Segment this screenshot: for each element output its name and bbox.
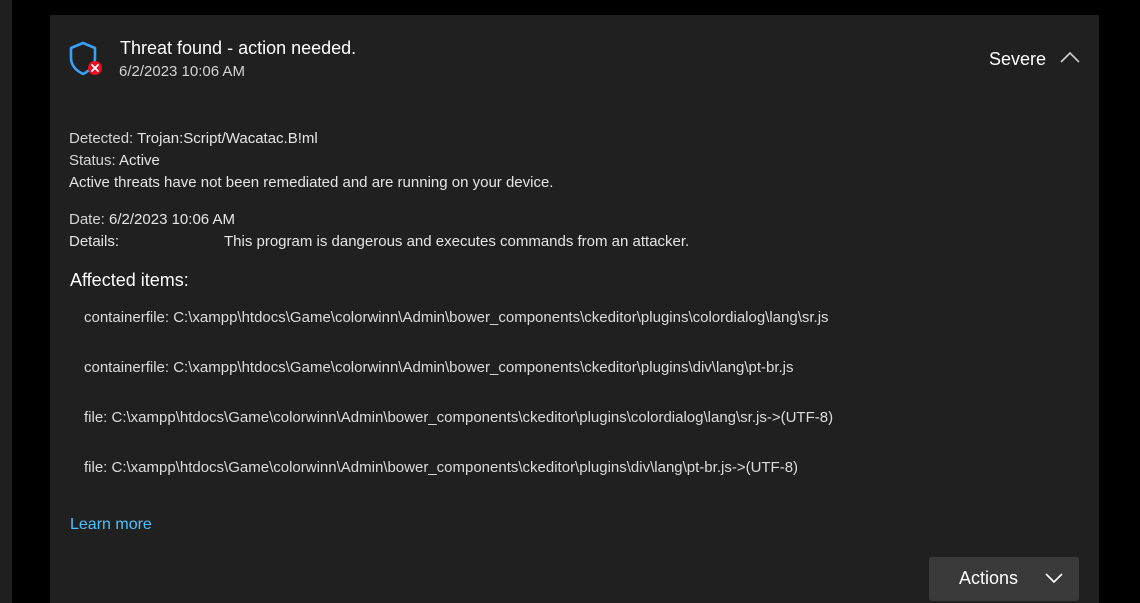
left-panel-edge: [0, 0, 12, 603]
affected-item: file: C:\xampp\htdocs\Game\colorwinn\Adm…: [84, 409, 834, 426]
actions-label: Actions: [959, 568, 1019, 588]
date-value: 6/2/2023 10:06 AM: [109, 211, 235, 228]
threat-timestamp: 6/2/2023 10:06 AM: [119, 63, 245, 80]
actions-button[interactable]: Actions: [929, 557, 1079, 601]
affected-item: file: C:\xampp\htdocs\Game\colorwinn\Adm…: [84, 459, 799, 476]
detected-value: Trojan:Script/Wacatac.B!ml: [137, 130, 318, 147]
detected-label: Detected:: [69, 130, 134, 147]
affected-item: containerfile: C:\xampp\htdocs\Game\colo…: [84, 309, 829, 326]
severity-label: Severe: [989, 49, 1047, 69]
details-value: This program is dangerous and executes c…: [224, 233, 690, 250]
threat-title: Threat found - action needed.: [120, 38, 357, 58]
status-row: Status: Active: [69, 152, 160, 169]
chevron-up-icon[interactable]: [1059, 50, 1081, 64]
learn-more-link[interactable]: Learn more: [70, 516, 152, 534]
details-label: Details:: [69, 233, 120, 250]
date-row: Date: 6/2/2023 10:06 AM: [69, 211, 235, 228]
threat-card: Threat found - action needed. 6/2/2023 1…: [50, 15, 1099, 603]
date-label: Date:: [69, 211, 105, 228]
status-label: Status:: [69, 152, 116, 169]
affected-item: containerfile: C:\xampp\htdocs\Game\colo…: [84, 359, 794, 376]
affected-items-heading: Affected items:: [70, 270, 189, 290]
shield-error-icon: [69, 41, 102, 76]
chevron-down-icon: [1045, 573, 1063, 584]
status-value: Active: [119, 152, 160, 169]
detected-row: Detected: Trojan:Script/Wacatac.B!ml: [69, 130, 318, 147]
status-note: Active threats have not been remediated …: [69, 174, 554, 191]
